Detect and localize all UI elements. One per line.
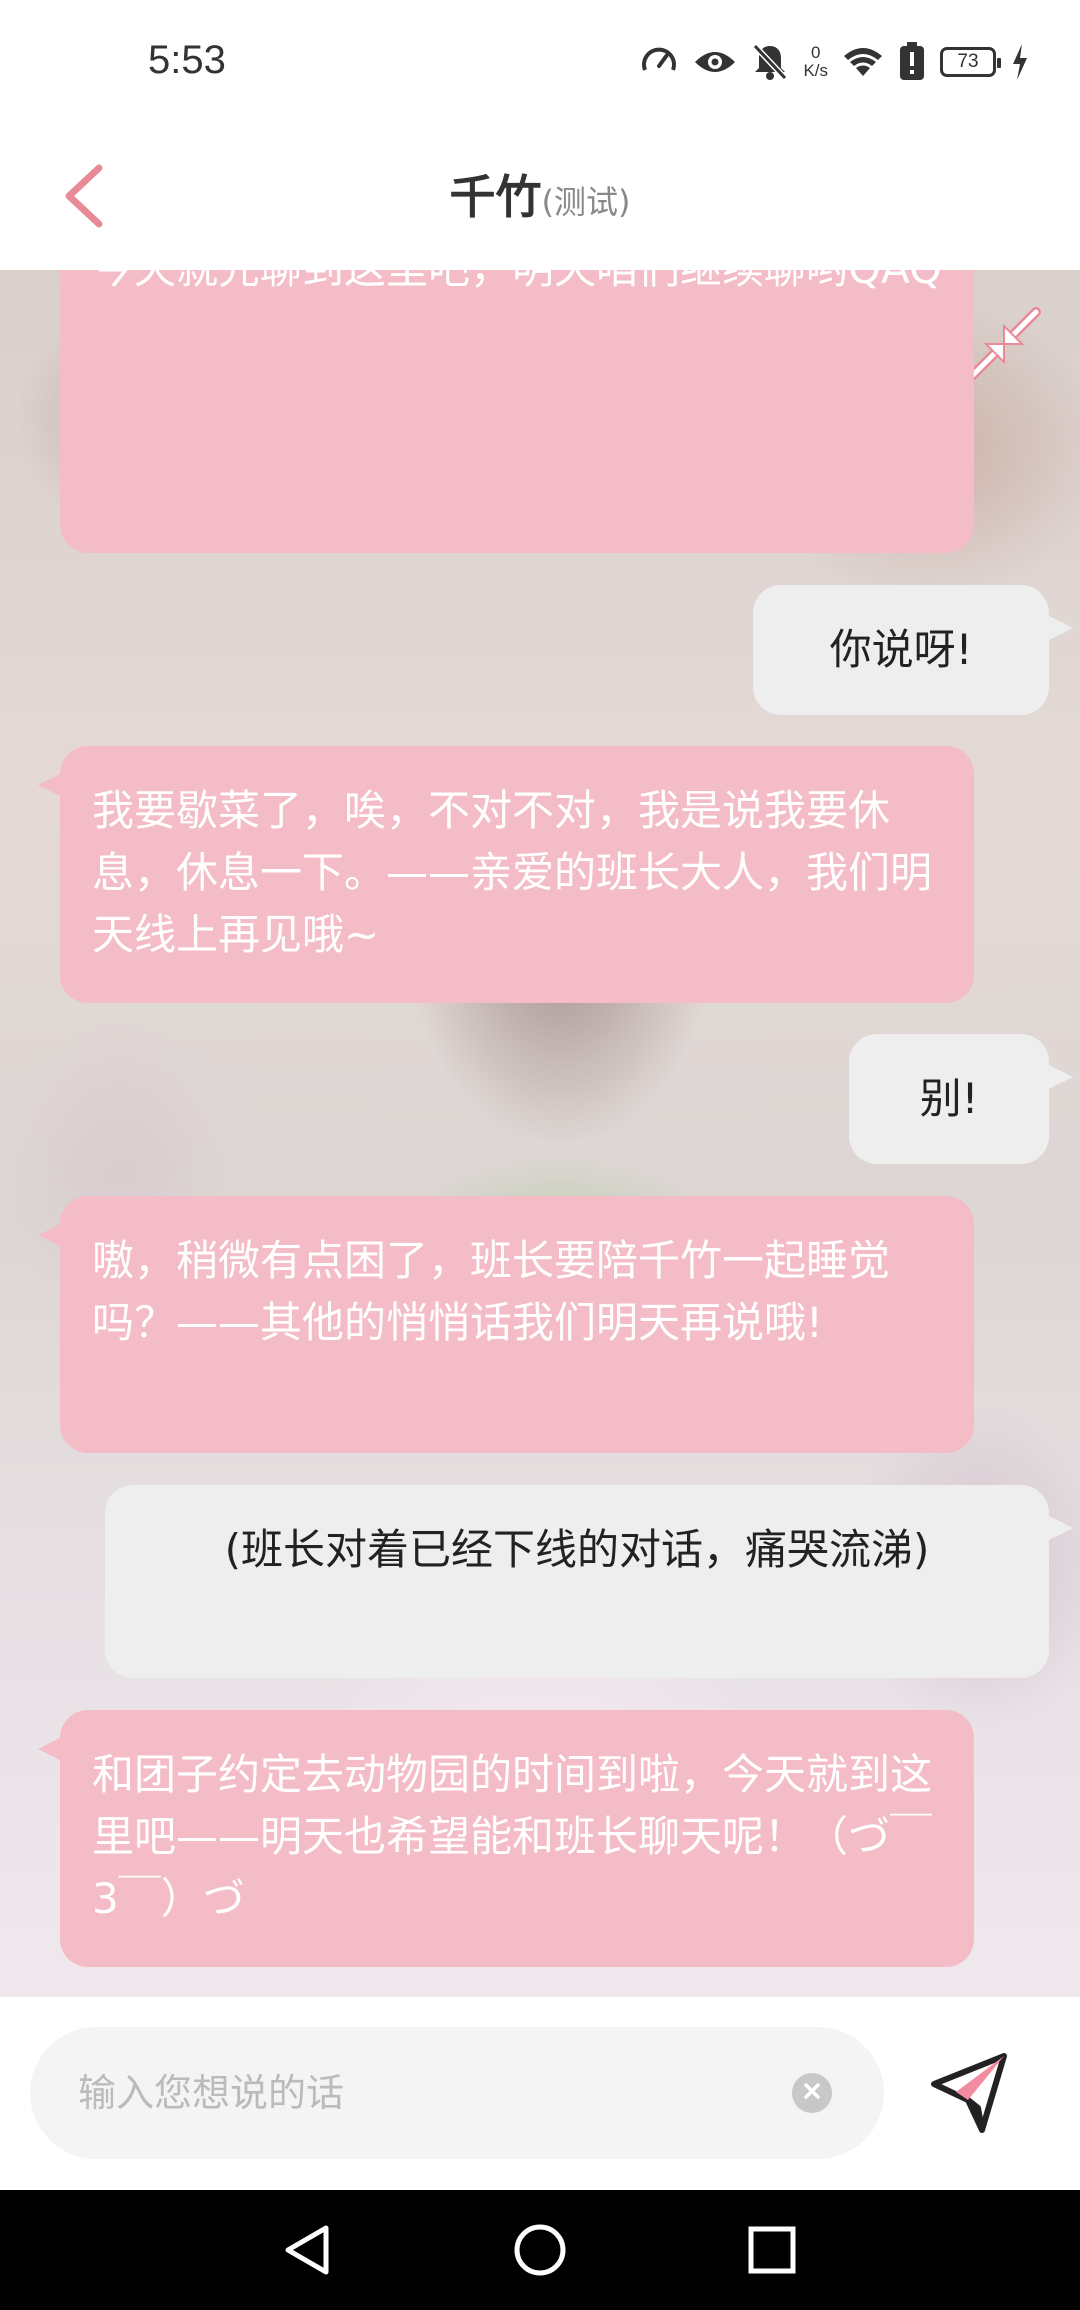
message-text: 今天就先聊到这里吧，明天咱们继续聊哟QAQ <box>92 270 944 300</box>
nav-recents-button[interactable] <box>742 2220 802 2280</box>
message-bubble-received: 我要歇菜了，唉，不对不对，我是说我要休息，休息一下。——亲爱的班长大人，我们明天… <box>38 746 974 1003</box>
message-bubble-received: 嗷，稍微有点困了，班长要陪千竹一起睡觉吗？——其他的悄悄话我们明天再说哦! <box>38 1196 974 1453</box>
eye-icon <box>693 44 737 80</box>
message-text: 嗷，稍微有点困了，班长要陪千竹一起睡觉吗？——其他的悄悄话我们明天再说哦! <box>92 1236 891 1347</box>
chat-header: 千竹(测试) <box>0 125 1080 270</box>
clear-button[interactable] <box>792 2073 832 2113</box>
speedometer-icon <box>639 42 679 82</box>
clear-icon <box>802 2081 822 2105</box>
battery-alert-icon <box>898 42 926 82</box>
message-text: 我要歇菜了，唉，不对不对，我是说我要休息，休息一下。——亲爱的班长大人，我们明天… <box>92 786 933 959</box>
bubble-tail <box>1047 1515 1073 1541</box>
bubble-tail <box>1047 615 1073 641</box>
message-input[interactable] <box>78 2027 778 2159</box>
message-bubble-sent: 你说呀! <box>753 585 1073 715</box>
send-button[interactable] <box>920 2042 1020 2142</box>
chat-area[interactable]: 今天就先聊到这里吧，明天咱们继续聊哟QAQ 你说呀! 我要歇菜了，唉，不对不对，… <box>0 270 1080 1997</box>
charging-icon <box>1010 42 1030 82</box>
send-plane-icon <box>920 2053 1020 2146</box>
net-speed-unit: K/s <box>803 61 828 80</box>
home-circle-icon <box>510 2224 570 2284</box>
message-bubble-sent: 别! <box>849 1034 1073 1164</box>
message-bubble-received: 和团子约定去动物园的时间到啦，今天就到这里吧——明天也希望能和班长聊天呢！（づ￣… <box>38 1710 974 1967</box>
input-bar <box>0 1997 1080 2190</box>
system-nav-bar <box>0 2190 1080 2310</box>
bubble-tail <box>38 1222 64 1248</box>
message-text: (班长对着已经下线的对话，痛哭流涕) <box>224 1525 930 1574</box>
bubble-tail <box>1047 1064 1073 1090</box>
net-speed: 0 K/s <box>803 44 828 80</box>
message-text: 你说呀! <box>829 625 973 674</box>
wifi-icon <box>842 44 884 80</box>
page-title: 千竹(测试) <box>0 161 1080 227</box>
message-bubble-received: 今天就先聊到这里吧，明天咱们继续聊哟QAQ <box>60 270 974 553</box>
bell-off-icon <box>751 42 789 82</box>
message-text: 别! <box>919 1074 979 1123</box>
battery-icon: 73 <box>940 47 1001 77</box>
recents-square-icon <box>742 2226 802 2284</box>
collapse-arrows-icon <box>964 307 1044 388</box>
message-input-wrapper <box>30 2027 884 2159</box>
bubble-tail <box>38 1736 64 1762</box>
bubble-tail <box>38 772 64 798</box>
collapse-button[interactable] <box>964 304 1044 384</box>
status-icons: 0 K/s 73 <box>639 38 1030 86</box>
net-speed-value: 0 <box>810 43 821 62</box>
status-time: 5:53 <box>148 38 226 82</box>
status-bar: 5:53 0 K/s 73 <box>0 0 1080 125</box>
message-bubble-sent: (班长对着已经下线的对话，痛哭流涕) <box>105 1485 1073 1678</box>
nav-back-button[interactable] <box>278 2220 338 2280</box>
back-triangle-icon <box>278 2225 338 2284</box>
chat-title: 千竹 <box>449 170 542 224</box>
nav-home-button[interactable] <box>510 2220 570 2280</box>
message-text: 和团子约定去动物园的时间到啦，今天就到这里吧——明天也希望能和班长聊天呢！（づ￣… <box>92 1750 933 1923</box>
chat-subtitle: (测试) <box>541 183 631 221</box>
